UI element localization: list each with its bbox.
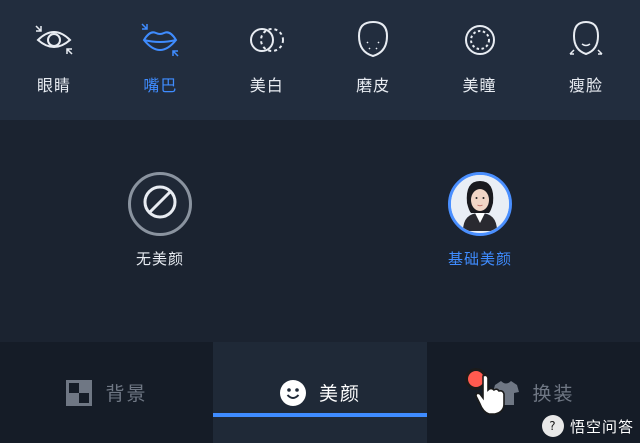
- option-circle: [128, 172, 192, 236]
- feature-pupil[interactable]: 美瞳: [440, 0, 520, 120]
- feature-label: 美白: [249, 76, 284, 95]
- feature-bar: 眼睛 嘴巴 美白 磨皮 美瞳 瘦脸: [0, 0, 640, 120]
- option-basic-beauty[interactable]: 基础美颜: [410, 172, 550, 269]
- option-label: 无美颜: [135, 250, 184, 268]
- feature-label: 美瞳: [462, 76, 497, 95]
- watermark-text: 悟空问答: [569, 417, 634, 436]
- pupil-icon: [458, 18, 502, 62]
- slim-face-icon: [564, 18, 608, 62]
- beauty-options: 无美颜 基础美颜: [0, 120, 640, 342]
- option-no-beauty[interactable]: 无美颜: [90, 172, 230, 269]
- feature-smooth[interactable]: 磨皮: [333, 0, 413, 120]
- tab-outfit[interactable]: 换装 ? 悟空问答: [427, 342, 640, 443]
- feature-label: 磨皮: [356, 76, 391, 95]
- feature-label: 嘴巴: [143, 76, 178, 95]
- watermark: ? 悟空问答: [541, 415, 634, 437]
- eye-icon: [32, 18, 76, 62]
- wukong-logo-icon: ?: [541, 415, 564, 437]
- feature-label: 眼睛: [36, 76, 71, 95]
- feature-mouth[interactable]: 嘴巴: [120, 0, 200, 120]
- portrait-thumbnail: [451, 175, 509, 233]
- bottom-tab-bar: 背景 美颜 换装 ? 悟空问答: [0, 342, 640, 443]
- background-icon: [65, 379, 93, 407]
- tab-label: 背景: [105, 383, 148, 405]
- option-label: 基础美颜: [447, 250, 512, 268]
- smooth-skin-icon: [351, 18, 395, 62]
- prohibited-icon: [140, 182, 180, 226]
- active-tab-indicator: [213, 413, 427, 417]
- feature-label: 瘦脸: [568, 76, 603, 95]
- tab-label: 美颜: [318, 383, 361, 405]
- feature-eyes[interactable]: 眼睛: [14, 0, 94, 120]
- feature-slim-face[interactable]: 瘦脸: [546, 0, 626, 120]
- pointer-hand-icon: [473, 372, 509, 421]
- tab-label: 换装: [532, 383, 575, 405]
- smile-icon: [279, 379, 307, 407]
- tab-beauty[interactable]: 美颜: [213, 342, 427, 443]
- whiten-icon: [245, 18, 289, 62]
- tab-background[interactable]: 背景: [0, 342, 213, 443]
- option-circle: [448, 172, 512, 236]
- lips-icon: [138, 18, 182, 62]
- feature-whiten[interactable]: 美白: [227, 0, 307, 120]
